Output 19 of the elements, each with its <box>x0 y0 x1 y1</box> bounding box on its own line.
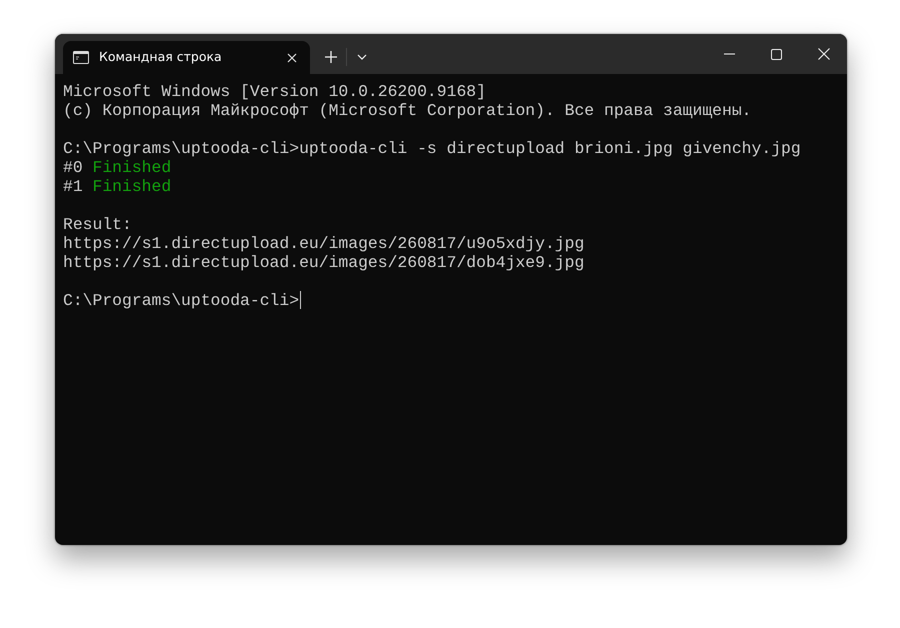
command-prompt: C:\Programs\uptooda-cli> <box>63 291 300 310</box>
console-icon <box>73 51 89 64</box>
output-text: https://s1.directupload.eu/images/260817/dob4jxe9.jpg <box>63 253 584 272</box>
output-text: Microsoft Windows [Version 10.0.26200.9168] <box>63 82 486 101</box>
output-text: #1 <box>63 177 83 196</box>
chevron-down-icon <box>357 54 367 60</box>
close-icon <box>287 52 297 62</box>
output-text: C:\Programs\uptooda-cli>uptooda-cli -s directupload brioni.jpg givenchy.jpg <box>63 139 801 158</box>
maximize-icon <box>771 48 782 60</box>
output-text: #0 <box>63 158 83 177</box>
close-icon <box>818 48 830 60</box>
output-text: Result: <box>63 215 132 234</box>
terminal-tab[interactable]: Командная строка <box>63 41 310 74</box>
plus-icon <box>325 51 337 63</box>
output-text: (c) Корпорация Майкрософт (Microsoft Corporation). Все права защищены. <box>63 101 752 120</box>
status-text: Finished <box>92 177 172 196</box>
minimize-icon <box>724 53 735 55</box>
output-text: https://s1.directupload.eu/images/260817/u9o5xdjy.jpg <box>63 234 584 253</box>
status-text: Finished <box>92 158 172 177</box>
